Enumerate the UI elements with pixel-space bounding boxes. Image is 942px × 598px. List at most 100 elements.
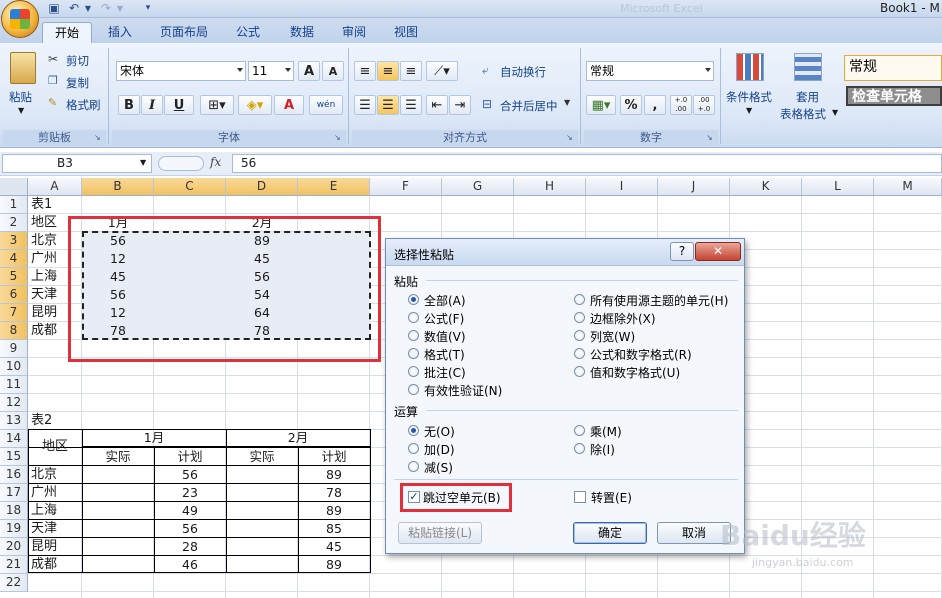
skip-blanks-checkbox[interactable]: ✓: [408, 491, 420, 503]
align-middle-button[interactable]: ≡: [377, 61, 399, 81]
tab-formulas[interactable]: 公式: [224, 22, 272, 44]
column-header[interactable]: G: [442, 178, 514, 196]
column-header[interactable]: D: [226, 178, 298, 196]
shrink-font-button[interactable]: A: [322, 61, 344, 81]
copy-button[interactable]: 复制: [66, 75, 89, 91]
paste-option-left-4-radio[interactable]: [408, 366, 419, 377]
operation-option-left-0-radio[interactable]: [408, 425, 419, 436]
style-check-cell[interactable]: 检查单元格: [846, 86, 942, 106]
row-header[interactable]: 2: [0, 214, 28, 232]
paste-option-right-2-radio[interactable]: [574, 330, 585, 341]
row-header[interactable]: 3: [0, 232, 28, 250]
undo-dropdown-icon[interactable]: ▼: [80, 1, 96, 16]
row-header[interactable]: 16: [0, 466, 28, 484]
paste-option-right-3-radio[interactable]: [574, 348, 585, 359]
conditional-format-dropdown-icon[interactable]: ▼: [746, 106, 752, 115]
cut-icon[interactable]: ✂: [48, 52, 58, 66]
column-header[interactable]: B: [82, 178, 154, 196]
alignment-launcher-icon[interactable]: ↘: [566, 133, 573, 142]
align-left-button[interactable]: ☰: [354, 95, 376, 115]
name-box-dropdown-icon[interactable]: ▼: [140, 158, 146, 167]
row-header[interactable]: 18: [0, 502, 28, 520]
paste-option-right-1-radio[interactable]: [574, 312, 585, 323]
tab-page-layout[interactable]: 页面布局: [148, 22, 220, 44]
italic-button[interactable]: I: [141, 95, 163, 115]
row-header[interactable]: 17: [0, 484, 28, 502]
orientation-button[interactable]: ⟋▾: [426, 61, 458, 81]
paste-icon[interactable]: [10, 52, 36, 84]
paste-option-left-0-radio[interactable]: [408, 294, 419, 305]
paste-button[interactable]: 粘贴: [9, 89, 32, 105]
phonetic-button[interactable]: wén: [309, 95, 343, 115]
transpose-checkbox[interactable]: [574, 491, 586, 503]
row-header[interactable]: 13: [0, 412, 28, 430]
column-header[interactable]: I: [586, 178, 658, 196]
align-top-button[interactable]: ≡: [354, 61, 376, 81]
operation-option-right-0-radio[interactable]: [574, 425, 585, 436]
tab-data[interactable]: 数据: [278, 22, 326, 44]
clipboard-launcher-icon[interactable]: ↘: [94, 133, 101, 142]
select-all-corner[interactable]: [0, 178, 28, 196]
fill-color-button[interactable]: ◈▾: [238, 95, 272, 115]
insert-function-icon[interactable]: fx: [210, 155, 221, 169]
style-normal[interactable]: 常规: [844, 55, 942, 81]
column-header[interactable]: A: [28, 178, 82, 196]
font-name-combo[interactable]: 宋体: [116, 61, 246, 81]
row-header[interactable]: 6: [0, 286, 28, 304]
format-painter-icon[interactable]: ✎: [48, 96, 57, 109]
font-size-combo[interactable]: 11: [248, 61, 294, 81]
tab-insert[interactable]: 插入: [96, 22, 144, 44]
row-header[interactable]: 20: [0, 538, 28, 556]
font-color-button[interactable]: A: [274, 95, 304, 115]
column-header[interactable]: L: [802, 178, 874, 196]
decrease-indent-button[interactable]: ⇤: [426, 95, 448, 115]
column-header[interactable]: M: [874, 178, 942, 196]
comma-button[interactable]: ,: [644, 95, 666, 115]
format-table-button-line1[interactable]: 套用: [796, 89, 819, 105]
format-table-button-line2[interactable]: 表格格式: [780, 106, 826, 122]
paste-link-button[interactable]: 粘贴链接(L): [398, 522, 482, 544]
number-launcher-icon[interactable]: ↘: [706, 133, 713, 142]
customize-toolbar-icon[interactable]: ▾: [140, 1, 156, 16]
increase-indent-button[interactable]: ⇥: [449, 95, 471, 115]
office-button[interactable]: [1, 0, 39, 38]
merge-center-button[interactable]: 合并后居中: [500, 98, 558, 114]
tab-view[interactable]: 视图: [382, 22, 430, 44]
help-button[interactable]: ?: [670, 242, 694, 261]
formula-input[interactable]: 56: [232, 154, 942, 173]
row-header[interactable]: 4: [0, 250, 28, 268]
column-header[interactable]: H: [514, 178, 586, 196]
row-header[interactable]: 10: [0, 358, 28, 376]
close-button[interactable]: ✕: [695, 242, 741, 261]
cut-button[interactable]: 剪切: [66, 53, 89, 69]
decrease-decimal-button[interactable]: .00 +.0: [693, 95, 715, 115]
percent-button[interactable]: %: [620, 95, 642, 115]
row-header[interactable]: 5: [0, 268, 28, 286]
conditional-format-button[interactable]: 条件格式: [726, 89, 772, 105]
increase-decimal-button[interactable]: +.0 .00: [670, 95, 692, 115]
align-center-button[interactable]: ☰: [377, 95, 399, 115]
format-painter-button[interactable]: 格式刷: [66, 97, 101, 113]
format-table-dropdown-icon[interactable]: ▼: [832, 108, 838, 117]
accounting-format-button[interactable]: ▦▾: [586, 95, 616, 115]
column-header[interactable]: J: [658, 178, 730, 196]
number-format-combo[interactable]: 常规: [586, 61, 714, 81]
tab-home[interactable]: 开始: [42, 22, 93, 44]
operation-option-left-2-radio[interactable]: [408, 461, 419, 472]
column-header[interactable]: E: [298, 178, 370, 196]
column-header[interactable]: K: [730, 178, 802, 196]
align-right-button[interactable]: ☰: [400, 95, 422, 115]
paste-dropdown-icon[interactable]: ▼: [18, 106, 24, 115]
row-header[interactable]: 12: [0, 394, 28, 412]
paste-option-left-2-radio[interactable]: [408, 330, 419, 341]
name-box[interactable]: B3: [2, 154, 152, 173]
row-header[interactable]: 19: [0, 520, 28, 538]
row-header[interactable]: 15: [0, 448, 28, 466]
row-header[interactable]: 1: [0, 196, 28, 214]
operation-option-right-1-radio[interactable]: [574, 443, 585, 454]
grow-font-button[interactable]: A: [298, 61, 320, 81]
row-header[interactable]: 11: [0, 376, 28, 394]
save-icon[interactable]: ▣: [46, 1, 62, 16]
paste-option-right-0-radio[interactable]: [574, 294, 585, 305]
column-header[interactable]: C: [154, 178, 226, 196]
